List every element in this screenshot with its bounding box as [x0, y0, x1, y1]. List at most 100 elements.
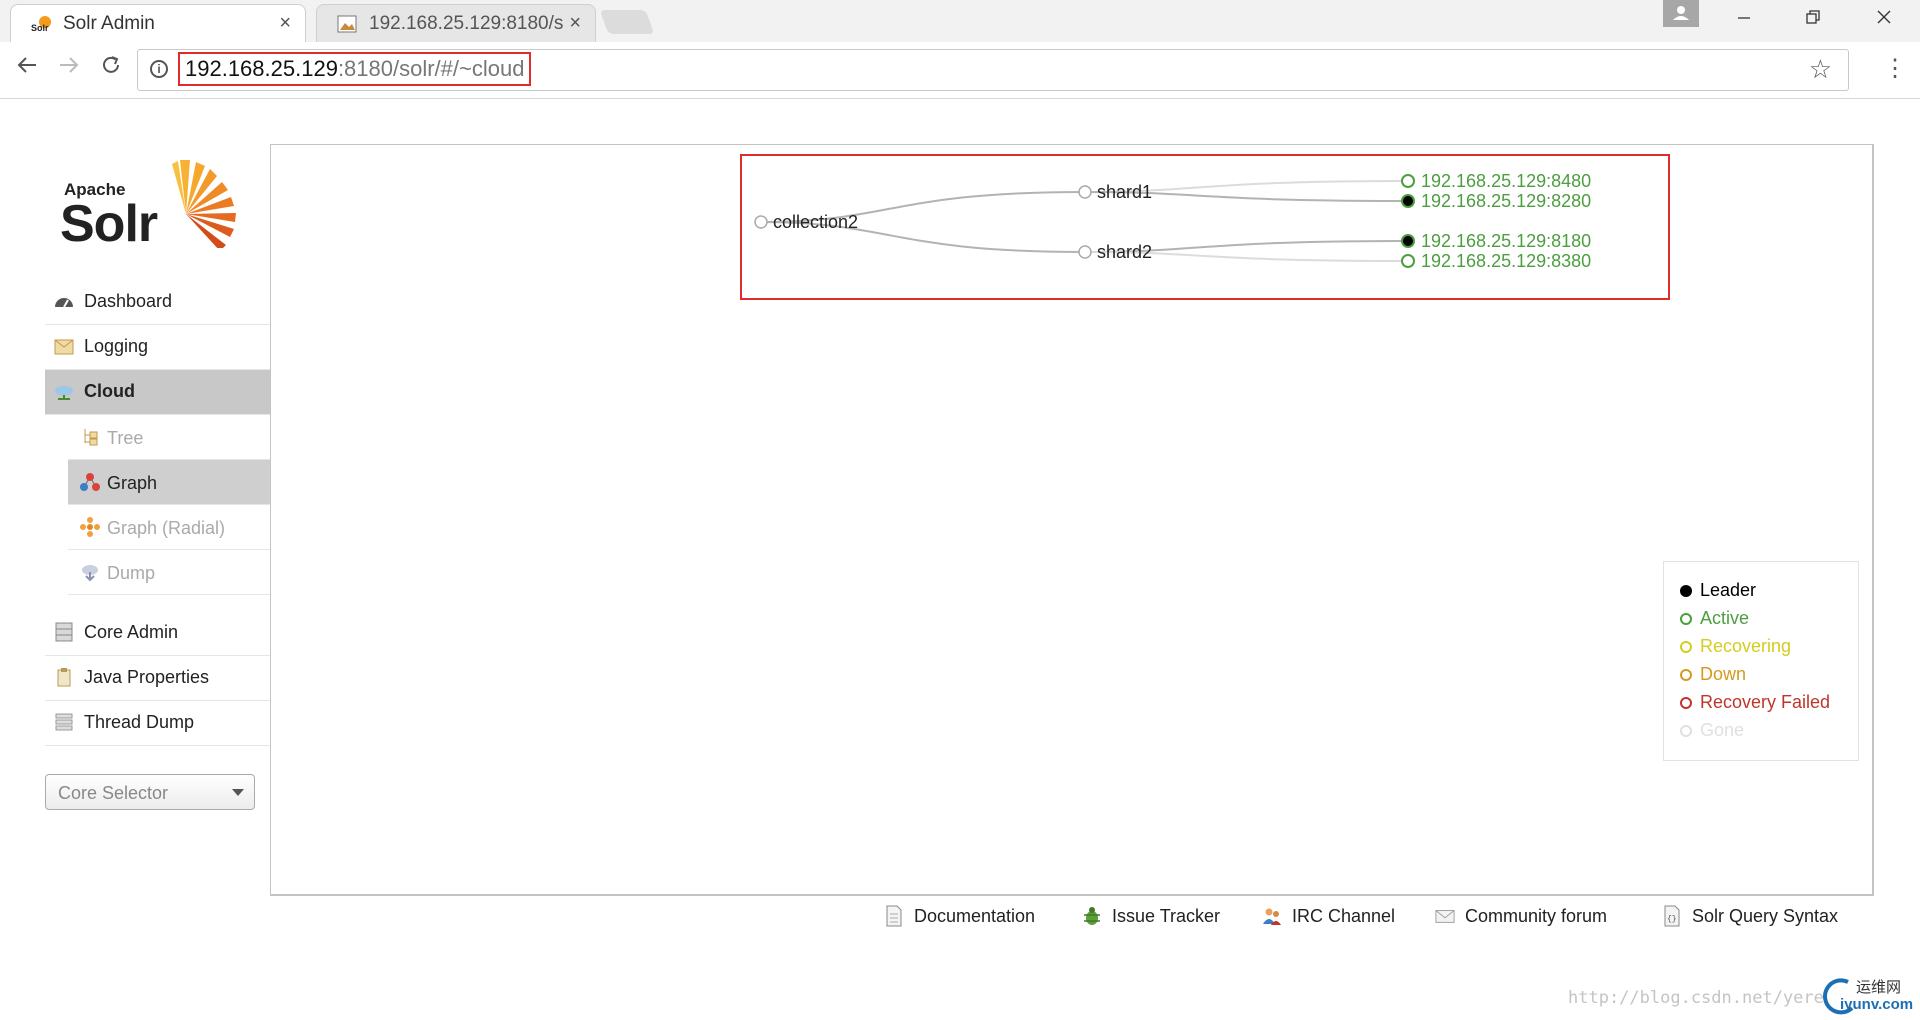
- url-host: 192.168.25.129: [185, 56, 338, 81]
- collection-node[interactable]: [754, 215, 768, 229]
- leader-dot-icon: [1680, 585, 1692, 597]
- nav-subitem-label: Tree: [107, 428, 144, 448]
- tab-solr-admin[interactable]: Solr Solr Admin ×: [10, 4, 306, 42]
- footer-link-label: Community forum: [1465, 906, 1608, 926]
- core-selector[interactable]: Core Selector: [45, 774, 255, 810]
- status-legend: Leader Active Recovering Down Recovery F…: [1663, 561, 1859, 761]
- nav-subitem-dump[interactable]: Dump: [68, 550, 270, 595]
- shard-label[interactable]: shard2: [1097, 242, 1152, 262]
- cloud-icon: [55, 386, 73, 400]
- replica-label[interactable]: 192.168.25.129:8380: [1421, 251, 1591, 271]
- restore-button[interactable]: [1793, 4, 1833, 34]
- footer-link-label: Solr Query Syntax: [1692, 906, 1839, 926]
- nav-item-label: Logging: [84, 336, 149, 356]
- watermark-url: http://blog.csdn.net/yere: [1568, 988, 1824, 1008]
- replica-node[interactable]: [1401, 254, 1415, 268]
- replica-node-leader[interactable]: [1401, 234, 1415, 248]
- footer-link-label: Issue Tracker: [1112, 906, 1221, 926]
- gone-ring-icon: [1680, 725, 1692, 737]
- forward-button[interactable]: [52, 52, 86, 86]
- close-window-button[interactable]: [1864, 4, 1904, 34]
- solr-favicon-icon: Solr: [31, 16, 51, 33]
- nav-subitem-graph[interactable]: Graph: [68, 460, 270, 505]
- replica-label[interactable]: 192.168.25.129:8180: [1421, 231, 1591, 251]
- watermark-en-text: iyunv.com: [1840, 996, 1914, 1013]
- nav-item-java-properties[interactable]: Java Properties: [45, 656, 270, 701]
- minimize-button[interactable]: [1724, 4, 1764, 34]
- info-icon[interactable]: i: [150, 60, 168, 78]
- tab-title: Solr Admin: [63, 13, 155, 34]
- nav-item-core-admin[interactable]: Core Admin: [45, 611, 270, 656]
- graph-icon: [80, 473, 100, 491]
- svg-text:{}: {}: [1667, 915, 1677, 924]
- nav-subitem-label: Graph (Radial): [107, 518, 226, 538]
- svg-text:Solr: Solr: [31, 23, 49, 33]
- close-tab-icon[interactable]: ×: [279, 12, 291, 34]
- logging-icon: [54, 339, 74, 355]
- active-ring-icon: [1680, 613, 1692, 625]
- core-admin-icon: [55, 622, 73, 642]
- shard-node[interactable]: [1078, 185, 1092, 199]
- legend-label: Recovering: [1700, 636, 1792, 656]
- nav-item-cloud[interactable]: Cloud: [45, 370, 270, 415]
- back-button[interactable]: [10, 52, 44, 86]
- dashboard-icon: [55, 298, 73, 308]
- nav-item-label: Dashboard: [84, 291, 173, 311]
- nav-subitem-label: Graph: [107, 473, 158, 493]
- mail-icon: [1435, 910, 1455, 923]
- new-tab-button[interactable]: [599, 10, 655, 34]
- cloud-graph-panel: collection2 shard1 shard2 192.168.25.129…: [270, 144, 1874, 896]
- nav-item-label: Java Properties: [84, 667, 210, 687]
- back-arrow-icon: [17, 57, 36, 73]
- legend-label: Down: [1700, 664, 1747, 684]
- recovery-failed-ring-icon: [1680, 697, 1692, 709]
- shard-label[interactable]: shard1: [1097, 182, 1152, 202]
- nav-item-label: Thread Dump: [84, 712, 195, 732]
- replica-node-leader[interactable]: [1401, 194, 1415, 208]
- minimize-icon: [1738, 17, 1750, 19]
- collection-label[interactable]: collection2: [773, 212, 858, 232]
- thread-dump-icon: [55, 713, 73, 731]
- recovering-ring-icon: [1680, 641, 1692, 653]
- solr-logo[interactable]: Apache Solr: [60, 156, 250, 256]
- footer-links: Documentation Issue Tracker IRC Channel …: [880, 904, 1880, 934]
- user-icon: [1673, 6, 1689, 20]
- nav-item-thread-dump[interactable]: Thread Dump: [45, 701, 270, 746]
- address-bar[interactable]: i 192.168.25.129:8180/solr/#/~cloud ☆: [137, 49, 1849, 91]
- java-properties-icon: [57, 668, 71, 687]
- legend-label: Gone: [1700, 720, 1745, 740]
- replica-label[interactable]: 192.168.25.129:8480: [1421, 171, 1591, 191]
- watermark-logo: 运维网 iyunv.com: [1818, 974, 1920, 1020]
- url-text[interactable]: 192.168.25.129:8180/solr/#/~cloud: [178, 52, 532, 86]
- browser-menu-icon[interactable]: ⋮: [1880, 54, 1910, 84]
- url-path: :8180/solr/#/~cloud: [337, 56, 525, 81]
- nav-item-label: Cloud: [84, 381, 135, 401]
- nav-item-label: Core Admin: [84, 622, 179, 642]
- radial-icon: [80, 517, 100, 537]
- main-nav: Dashboard Logging Cloud Tree Graph Graph…: [45, 280, 270, 746]
- replica-node[interactable]: [1401, 174, 1415, 188]
- tree-icon: [84, 429, 98, 446]
- tab-title: 192.168.25.129:8180/solr/#/~cloud: [369, 13, 563, 34]
- bookmark-star-icon[interactable]: ☆: [1809, 54, 1832, 85]
- footer-link-label: IRC Channel: [1292, 906, 1396, 926]
- close-icon: [1877, 10, 1891, 24]
- nav-item-logging[interactable]: Logging: [45, 325, 270, 370]
- reload-button[interactable]: [94, 52, 128, 86]
- shard-node[interactable]: [1078, 245, 1092, 259]
- nav-subitem-label: Dump: [107, 563, 156, 583]
- tab-cloud-url[interactable]: 192.168.25.129:8180/solr/#/~cloud ×: [316, 4, 596, 42]
- nav-subitem-tree[interactable]: Tree: [68, 415, 270, 460]
- user-avatar[interactable]: [1663, 0, 1699, 27]
- nav-subitem-graph-radial[interactable]: Graph (Radial): [68, 505, 270, 550]
- down-ring-icon: [1680, 669, 1692, 681]
- legend-label: Recovery Failed: [1700, 692, 1831, 712]
- solr-sun-icon: [172, 160, 236, 248]
- replica-label[interactable]: 192.168.25.129:8280: [1421, 191, 1591, 211]
- legend-label: Active: [1700, 608, 1750, 628]
- close-tab-icon[interactable]: ×: [569, 12, 581, 34]
- nav-item-dashboard[interactable]: Dashboard: [45, 280, 270, 325]
- bug-icon: [1084, 907, 1100, 925]
- dropdown-arrow-icon: [232, 789, 244, 796]
